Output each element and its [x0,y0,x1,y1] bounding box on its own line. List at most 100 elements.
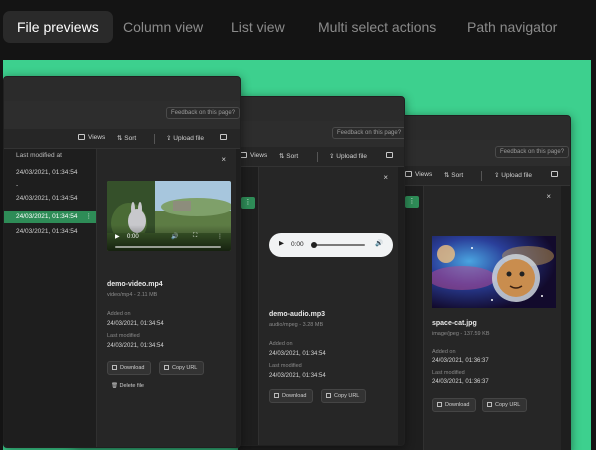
copy-url-button[interactable]: Copy URL [159,361,205,375]
download-label: Download [445,402,470,408]
new-folder-icon [220,134,227,140]
views-button[interactable]: Views [78,134,105,141]
views-button[interactable]: Views [240,152,267,159]
new-folder-button[interactable] [220,134,230,141]
volume-icon[interactable]: 🔊 [375,239,383,247]
play-icon[interactable]: ▶ [279,239,284,247]
trash-icon: 🗑 [111,383,120,389]
delete-button[interactable]: 🗑 Delete file [111,383,144,389]
upload-label: Upload file [336,153,367,160]
demo-tab-bar: File previews Column view List view Mult… [0,0,596,52]
download-icon [112,365,117,370]
close-icon[interactable]: × [383,173,388,182]
sort-button[interactable]: ⇅ Sort [279,152,298,160]
video-progress-bar[interactable] [115,246,221,248]
list-item[interactable]: - [4,180,96,192]
new-folder-icon [386,152,393,158]
upload-button[interactable]: ⇪ Upload file [329,152,367,160]
upload-label: Upload file [173,135,204,142]
last-modified-value: 24/03/2021, 01:34:54 [107,343,164,349]
video-time: 0:00 [127,234,139,240]
delete-label: Delete file [119,383,144,389]
play-icon[interactable]: ▶ [115,233,120,240]
feedback-link[interactable]: Feedback on this page? [166,107,240,119]
row-actions-button[interactable]: ⋮ [241,197,255,209]
tab-file-previews[interactable]: File previews [3,11,113,43]
preview-stage: Feedback on this page? Views ⇅ Sort ⇪ Up… [3,60,591,450]
last-modified-value: 24/03/2021, 01:34:54 [269,373,326,379]
copy-url-button[interactable]: Copy URL [321,389,367,403]
copy-icon [326,393,331,398]
feedback-link[interactable]: Feedback on this page? [332,127,404,139]
tab-column-view[interactable]: Column view [123,11,203,43]
views-label: Views [415,171,433,178]
list-item-selected[interactable]: 24/03/2021, 01:34:54 ⋮ [4,211,96,223]
upload-button[interactable]: ⇪ Upload file [494,171,532,179]
download-button[interactable]: Download [432,398,477,412]
file-list: Last modified at 24/03/2021, 01:34:54 - … [4,149,96,439]
file-name: demo-audio.mp3 [269,311,326,318]
row-actions-button[interactable]: ⋮ [405,196,419,208]
last-modified-label: Last modified [269,363,302,369]
sort-button[interactable]: ⇅ Sort [117,134,136,142]
column-header-last-modified[interactable]: Last modified at [16,152,62,159]
window-chrome [4,77,240,101]
views-label: Views [88,134,106,141]
close-icon[interactable]: × [221,155,226,164]
download-button[interactable]: Download [107,361,152,375]
audio-player[interactable]: ▶ 0:00 🔊 [269,233,393,257]
fullscreen-icon[interactable]: ⛶ [193,233,197,240]
upload-button[interactable]: ⇪ Upload file [166,134,204,142]
copy-icon [164,365,169,370]
feedback-link[interactable]: Feedback on this page? [495,146,570,158]
download-icon [274,393,279,398]
added-on-value: 24/03/2021, 01:34:54 [269,351,326,357]
preview-panel: × ▶ 0:00 🔊 ⛶ ⋮ demo-video.mp4 video/mp4 … [96,149,236,447]
toolbar-divider [317,152,318,162]
file-meta: image/jpeg - 137.59 KB [432,331,490,337]
download-button[interactable]: Download [269,389,314,403]
volume-icon[interactable]: 🔊 [171,233,178,240]
window-video-preview: Feedback on this page? Views ⇅ Sort ⇪ Up… [3,76,241,448]
video-controls: ▶ 0:00 🔊 ⛶ ⋮ [107,225,231,251]
list-item[interactable]: 24/03/2021, 01:34:54 [4,226,96,238]
copy-url-label: Copy URL [172,365,198,371]
new-folder-button[interactable] [551,171,561,178]
list-item[interactable]: 24/03/2021, 01:34:54 [4,167,96,179]
last-modified-value: 24/03/2021, 01:36:37 [432,379,489,385]
close-icon[interactable]: × [546,192,551,201]
audio-progress-handle[interactable] [311,242,317,248]
added-on-value: 24/03/2021, 01:34:54 [107,321,164,327]
added-on-label: Added on [269,341,293,347]
audio-time: 0:00 [291,241,304,248]
more-options-icon[interactable]: ⋮ [217,233,223,240]
added-on-label: Added on [107,311,131,317]
preview-panel: × space-cat.jpg image/jpeg - 137.59 KB A… [423,186,561,450]
list-item[interactable]: 24/03/2021, 01:34:54 [4,193,96,205]
copy-url-label: Copy URL [495,402,521,408]
new-folder-button[interactable] [386,152,396,159]
download-icon [437,402,442,407]
sort-label: Sort [451,172,464,179]
views-icon [78,134,85,140]
tab-list-view[interactable]: List view [231,11,285,43]
added-on-value: 24/03/2021, 01:36:37 [432,358,489,364]
copy-url-button[interactable]: Copy URL [482,398,528,412]
more-icon[interactable]: ⋮ [86,211,93,223]
audio-progress-bar[interactable] [313,244,365,246]
video-player[interactable]: ▶ 0:00 🔊 ⛶ ⋮ [107,181,231,251]
preview-panel: × ▶ 0:00 🔊 demo-audio.mp3 audio/mpeg - 3… [258,167,398,445]
toolbar: Views ⇅ Sort ⇪ Upload file [4,129,240,149]
tab-path-navigator[interactable]: Path navigator [467,11,557,43]
tab-multi-select-actions[interactable]: Multi select actions [318,11,436,43]
sort-label: Sort [124,135,137,142]
copy-icon [487,402,492,407]
space-cat-image [432,236,556,308]
last-modified-label: Last modified [432,370,465,376]
new-folder-icon [551,171,558,177]
views-label: Views [250,152,268,159]
file-name: space-cat.jpg [432,320,477,327]
views-button[interactable]: Views [405,171,432,178]
sort-button[interactable]: ⇅ Sort [444,171,463,179]
views-icon [240,152,247,158]
